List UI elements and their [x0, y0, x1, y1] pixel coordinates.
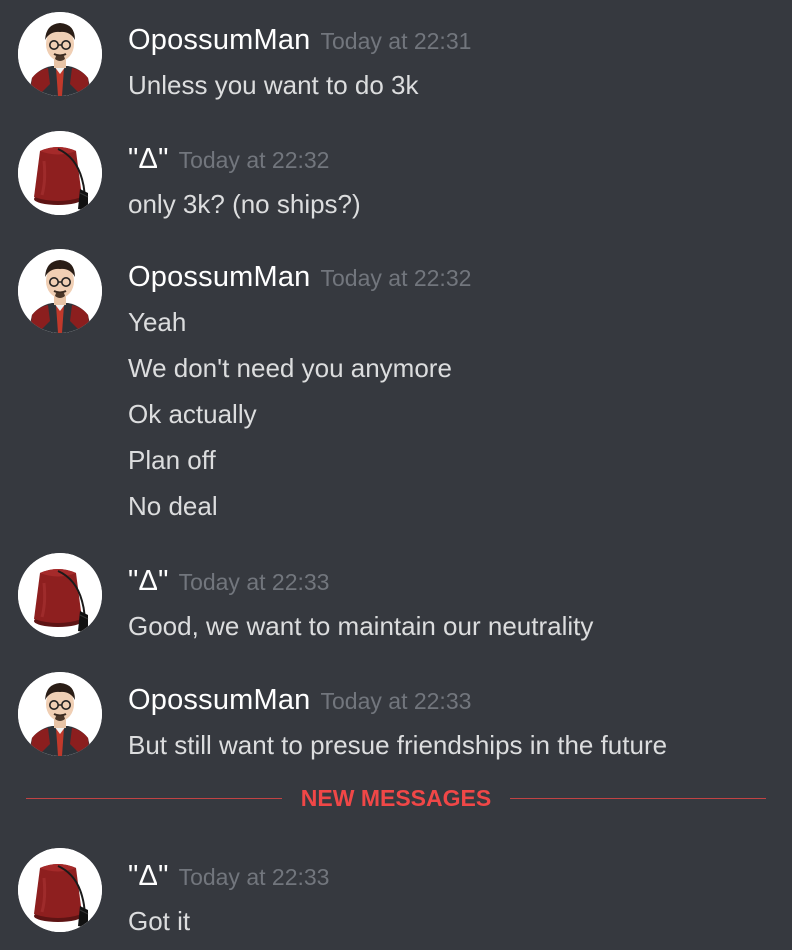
message-header: "Δ" Today at 22:33: [128, 854, 329, 898]
fez-avatar-icon: [18, 553, 102, 637]
opossumman-avatar-icon: [18, 12, 102, 96]
chat-messages: OpossumMan Today at 22:31 Unless you want…: [0, 0, 792, 950]
username[interactable]: OpossumMan: [128, 261, 311, 293]
message-text: Good, we want to maintain our neutrality: [128, 611, 594, 641]
timestamp[interactable]: Today at 22:33: [179, 569, 330, 595]
username[interactable]: OpossumMan: [128, 24, 311, 56]
avatar[interactable]: [18, 12, 102, 96]
message-header: "Δ" Today at 22:32: [128, 137, 329, 181]
avatar[interactable]: [18, 848, 102, 932]
username[interactable]: "Δ": [128, 565, 169, 597]
avatar[interactable]: [18, 249, 102, 333]
opossumman-avatar-icon: [18, 672, 102, 756]
timestamp[interactable]: Today at 22:31: [321, 28, 472, 54]
message-text: Unless you want to do 3k: [128, 70, 419, 100]
username[interactable]: "Δ": [128, 143, 169, 175]
message-text: We don't need you anymore: [128, 353, 452, 383]
message-text: But still want to presue friendships in …: [128, 730, 668, 760]
avatar[interactable]: [18, 131, 102, 215]
divider-line: [26, 798, 282, 799]
avatar[interactable]: [18, 672, 102, 756]
fez-avatar-icon: [18, 131, 102, 215]
message-text: No deal: [128, 491, 218, 521]
message-text: Ok actually: [128, 399, 257, 429]
timestamp[interactable]: Today at 22:33: [321, 688, 472, 714]
message-text: Got it: [128, 906, 191, 936]
message-header: OpossumMan Today at 22:32: [128, 255, 471, 299]
username[interactable]: "Δ": [128, 860, 169, 892]
avatar[interactable]: [18, 553, 102, 637]
message-text: Plan off: [128, 445, 216, 475]
new-messages-divider: NEW MESSAGES: [26, 781, 766, 815]
timestamp[interactable]: Today at 22:32: [179, 147, 330, 173]
message-text: Yeah: [128, 307, 187, 337]
opossumman-avatar-icon: [18, 249, 102, 333]
message-header: OpossumMan Today at 22:33: [128, 678, 471, 722]
message-text: only 3k? (no ships?): [128, 189, 361, 219]
timestamp[interactable]: Today at 22:33: [179, 864, 330, 890]
username[interactable]: OpossumMan: [128, 684, 311, 716]
divider-line: [510, 798, 766, 799]
new-messages-label: NEW MESSAGES: [300, 785, 492, 811]
fez-avatar-icon: [18, 848, 102, 932]
message-header: OpossumMan Today at 22:31: [128, 18, 471, 62]
timestamp[interactable]: Today at 22:32: [321, 265, 472, 291]
message-header: "Δ" Today at 22:33: [128, 559, 329, 603]
